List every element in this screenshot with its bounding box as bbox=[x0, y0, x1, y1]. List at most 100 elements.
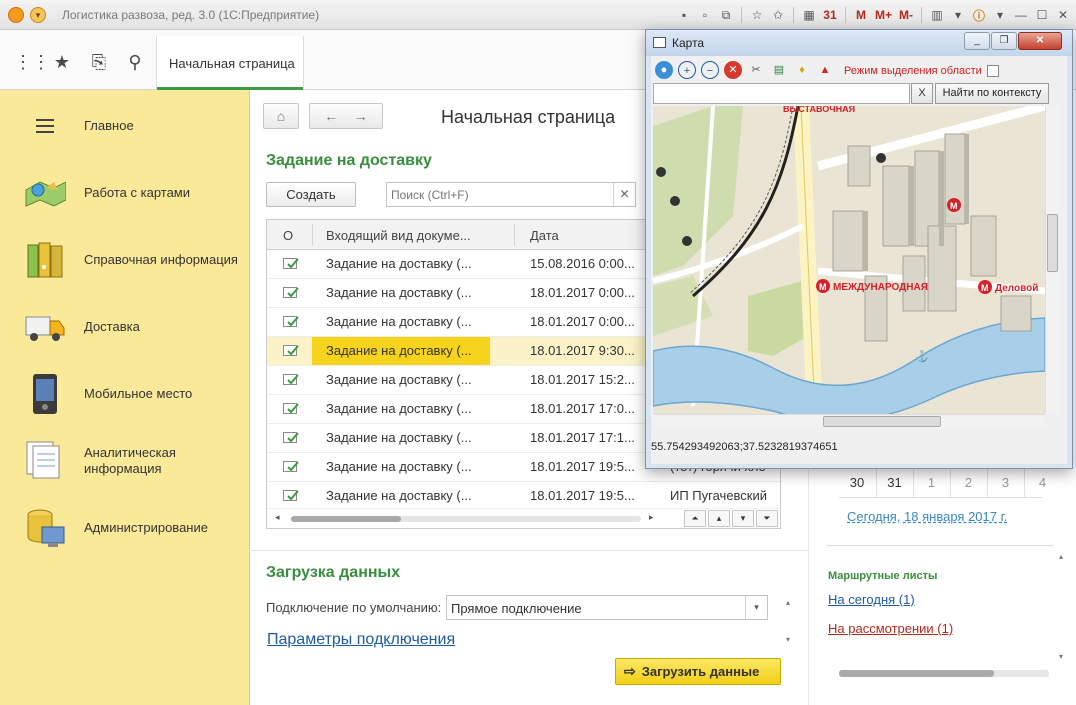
calendar-day[interactable]: 31 bbox=[876, 469, 912, 497]
selection-mode-label: Режим выделения области bbox=[844, 65, 982, 77]
pin-icon[interactable]: ▲ bbox=[816, 61, 834, 79]
sections-grid-icon[interactable]: ⋮⋮ bbox=[14, 52, 50, 72]
globe-icon[interactable]: ● bbox=[655, 61, 673, 79]
selection-mode-checkbox[interactable] bbox=[987, 65, 999, 77]
sidebar-item-admin[interactable]: Администрирование bbox=[0, 498, 250, 558]
column-header-status[interactable]: О bbox=[283, 228, 293, 243]
document-posted-icon bbox=[283, 461, 299, 472]
stop-icon[interactable]: ✕ bbox=[724, 61, 742, 79]
sidebar-item-mobile[interactable]: Мобильное место bbox=[0, 364, 250, 424]
scroll-thumb[interactable] bbox=[823, 416, 941, 427]
tools-icon[interactable]: ✂ bbox=[747, 61, 765, 79]
today-link[interactable]: Сегодня, 18 января 2017 г. bbox=[847, 509, 1007, 524]
close-icon[interactable]: ✕ bbox=[1018, 32, 1062, 50]
create-button[interactable]: Создать bbox=[266, 182, 356, 207]
connection-select[interactable]: Прямое подключение ▾ bbox=[446, 595, 768, 620]
info-chevron-icon[interactable]: ▾ bbox=[991, 5, 1009, 25]
print-map-icon[interactable]: ▤ bbox=[770, 61, 788, 79]
memory-minus-button[interactable]: M- bbox=[897, 5, 915, 25]
context-search-input[interactable] bbox=[653, 83, 910, 104]
scroll-right-icon[interactable]: ▸ bbox=[649, 512, 654, 523]
find-by-context-button[interactable]: Найти по контексту bbox=[935, 83, 1049, 104]
cell-date: 18.01.2017 17:1... bbox=[530, 430, 635, 445]
sidebar-item-maps[interactable]: Работа с картами bbox=[0, 163, 250, 223]
calendar-day[interactable]: 30 bbox=[839, 469, 875, 497]
calendar-day[interactable]: 1 bbox=[913, 469, 949, 497]
history-icon[interactable]: ⎘ bbox=[89, 52, 109, 72]
load-data-button[interactable]: ⇨ Загрузить данные bbox=[615, 658, 781, 685]
memory-plus-button[interactable]: M+ bbox=[873, 5, 894, 25]
maximize-icon[interactable]: ☐ bbox=[1033, 5, 1051, 25]
calendar-week-row: 30 31 1 2 3 4 bbox=[839, 468, 1046, 498]
calendar-day[interactable]: 2 bbox=[950, 469, 986, 497]
toolbar-separator bbox=[844, 7, 846, 23]
lightbulb-icon[interactable]: ♦ bbox=[793, 61, 811, 79]
zoom-in-icon[interactable]: + bbox=[678, 61, 696, 79]
column-header-type[interactable]: Входящий вид докуме... bbox=[326, 228, 471, 243]
cell-counterparty: ИП Пугачевский bbox=[670, 488, 768, 503]
sidebar-item-reference[interactable]: Справочная информация bbox=[0, 230, 250, 290]
last-record-icon[interactable]: ⏷ bbox=[756, 510, 778, 527]
favorites-add-icon[interactable]: ☆ bbox=[748, 5, 766, 25]
truck-icon bbox=[24, 306, 66, 348]
sidebar-item-delivery[interactable]: Доставка bbox=[0, 297, 250, 357]
minimize-icon[interactable]: _ bbox=[964, 32, 990, 50]
sidebar-item-main[interactable]: Главное bbox=[0, 96, 250, 156]
map-canvas[interactable]: M M M ⚓ ВЫСТАВОЧНАЯ МЕЖДУНАРОДНАЯ Делово… bbox=[653, 106, 1045, 414]
favorites-icon[interactable]: ★ bbox=[52, 52, 72, 72]
restore-icon[interactable]: ❐ bbox=[991, 32, 1017, 50]
bookmark-icon[interactable]: ✩ bbox=[769, 5, 787, 25]
connection-params-link[interactable]: Параметры подключения bbox=[267, 631, 455, 649]
back-forward-buttons[interactable]: ← → bbox=[309, 103, 383, 129]
context-clear-button[interactable]: X bbox=[911, 83, 933, 104]
scroll-thumb[interactable] bbox=[839, 670, 994, 677]
scroll-up-icon[interactable]: ▴ bbox=[786, 598, 790, 607]
1c-logo-icon[interactable] bbox=[8, 7, 24, 23]
calculator-icon[interactable]: ▦ bbox=[800, 5, 818, 25]
section-divider bbox=[251, 550, 808, 551]
info-icon[interactable]: ⓘ bbox=[970, 5, 988, 25]
home-button[interactable]: ⌂ bbox=[263, 103, 299, 129]
main-menu-icon[interactable]: ▾ bbox=[30, 7, 46, 23]
scroll-down-icon[interactable]: ▾ bbox=[786, 635, 790, 644]
search-icon[interactable]: ⚲ bbox=[125, 52, 145, 72]
table-row[interactable]: Задание на доставку (... 18.01.2017 19:5.… bbox=[267, 482, 780, 511]
close-icon[interactable]: ✕ bbox=[1054, 5, 1072, 25]
map-vertical-scrollbar[interactable] bbox=[1045, 106, 1059, 414]
scroll-up-icon[interactable]: ▴ bbox=[1059, 552, 1063, 561]
next-record-icon[interactable]: ▾ bbox=[732, 510, 754, 527]
scroll-thumb[interactable] bbox=[291, 516, 401, 522]
routes-review-link[interactable]: На рассмотрении (1) bbox=[828, 621, 953, 636]
cell-type: Задание на доставку (... bbox=[326, 285, 472, 300]
calendar-day[interactable]: 4 bbox=[1024, 469, 1060, 497]
tab-home[interactable]: Начальная страница bbox=[156, 36, 304, 90]
minimize-icon[interactable]: — bbox=[1012, 5, 1030, 25]
first-record-icon[interactable]: ⏶ bbox=[684, 510, 706, 527]
column-header-date[interactable]: Дата bbox=[530, 228, 559, 243]
document-posted-icon bbox=[283, 345, 299, 356]
scroll-thumb[interactable] bbox=[1047, 214, 1058, 272]
svg-text:M: M bbox=[981, 283, 989, 293]
menu-chevron-icon[interactable]: ▾ bbox=[949, 5, 967, 25]
print-icon[interactable]: ▫ bbox=[696, 5, 714, 25]
scroll-down-icon[interactable]: ▾ bbox=[1059, 652, 1063, 661]
prev-record-icon[interactable]: ▴ bbox=[708, 510, 730, 527]
memory-m-button[interactable]: M bbox=[852, 5, 870, 25]
copy-icon[interactable]: ⧉ bbox=[717, 5, 735, 25]
zoom-out-icon[interactable]: − bbox=[701, 61, 719, 79]
map-horizontal-scrollbar[interactable] bbox=[653, 414, 1045, 428]
load-section-title: Загрузка данных bbox=[266, 564, 401, 581]
routes-today-link[interactable]: На сегодня (1) bbox=[828, 592, 915, 607]
right-horizontal-scrollbar[interactable] bbox=[839, 670, 1049, 677]
search-field: ✕ bbox=[386, 182, 636, 207]
search-input[interactable] bbox=[387, 183, 607, 206]
scroll-left-icon[interactable]: ◂ bbox=[275, 512, 280, 523]
save-icon[interactable]: ▪ bbox=[675, 5, 693, 25]
search-clear-icon[interactable]: ✕ bbox=[613, 183, 635, 206]
calendar-icon[interactable]: 31 bbox=[821, 5, 839, 25]
panels-icon[interactable]: ▥ bbox=[928, 5, 946, 25]
calendar-day[interactable]: 3 bbox=[987, 469, 1023, 497]
sidebar-item-analytics[interactable]: Аналитическая информация bbox=[0, 431, 250, 491]
map-window-titlebar[interactable]: Карта _ ❐ ✕ bbox=[646, 30, 1072, 56]
chevron-down-icon[interactable]: ▾ bbox=[745, 596, 767, 619]
